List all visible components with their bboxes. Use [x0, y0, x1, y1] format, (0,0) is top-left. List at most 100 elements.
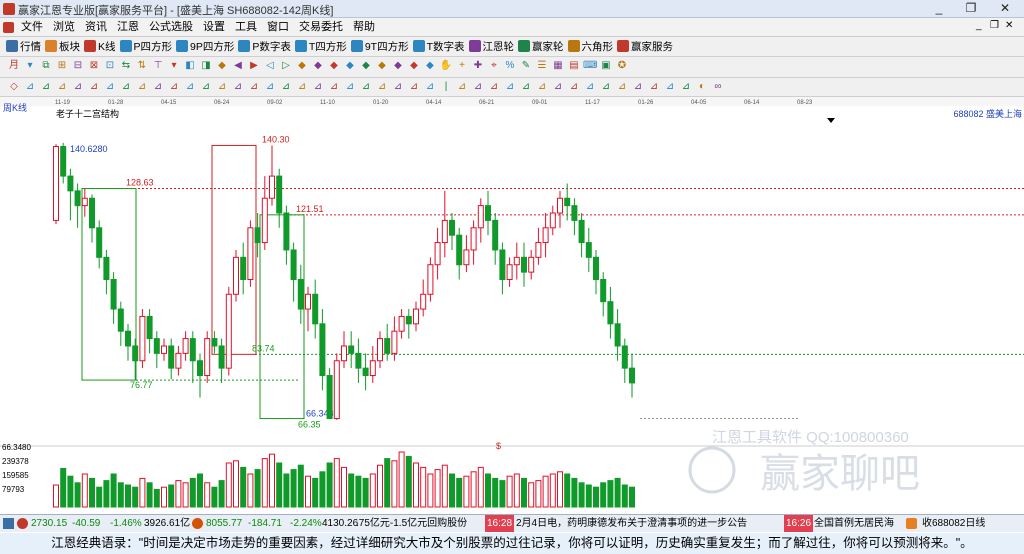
toolbar2-tool-icon-21[interactable]: ◆ — [343, 59, 357, 73]
close-button[interactable]: ✕ — [990, 0, 1020, 16]
candle-body[interactable] — [593, 256, 599, 281]
toolbar3-tool-icon-35[interactable]: ⊿ — [567, 80, 581, 94]
grid-icon[interactable] — [3, 518, 14, 529]
toolbar2-tool-icon-7[interactable]: ⇆ — [119, 59, 133, 73]
toolbar3-tool-icon-42[interactable]: ⊿ — [679, 80, 693, 94]
news-headline-1[interactable]: 2月4日电，药明康德发布关于澄清事项的进一步公告 — [516, 515, 747, 532]
kline-chart[interactable]: 11-19 01-28 04-15 06-24 09-02 11-10 01-20 04-14… — [0, 97, 1024, 514]
candle-body[interactable] — [578, 219, 585, 244]
toolbar2-tool-icon-17[interactable]: ▷ — [279, 59, 293, 73]
toolbar3-tool-icon-0[interactable]: ◇ — [7, 80, 21, 94]
candle-body[interactable] — [74, 190, 81, 207]
candle-body[interactable] — [211, 338, 218, 347]
toolbar3-tool-icon-30[interactable]: ⊿ — [487, 80, 501, 94]
toolbar3-tool-icon-19[interactable]: ⊿ — [311, 80, 325, 94]
candle-body[interactable] — [485, 205, 491, 221]
candle-body[interactable] — [600, 279, 607, 303]
candle-body[interactable] — [607, 301, 614, 325]
toolbar3-tool-icon-40[interactable]: ⊿ — [647, 80, 661, 94]
candle-body[interactable] — [225, 293, 232, 369]
toolbar3-tool-icon-13[interactable]: ⊿ — [215, 80, 229, 94]
candle-body[interactable] — [535, 242, 542, 258]
menu-item-7[interactable]: 窗口 — [262, 18, 294, 37]
candle-body[interactable] — [110, 279, 117, 310]
candle-body[interactable] — [449, 219, 455, 236]
inner-minimize-button[interactable]: _ — [976, 20, 982, 31]
toolbar3-tool-icon-28[interactable]: ⊿ — [455, 80, 469, 94]
sh-index-value[interactable]: 2730.15 — [31, 515, 67, 532]
candle-body[interactable] — [557, 197, 563, 214]
toolbar2-tool-icon-29[interactable]: ✚ — [471, 59, 485, 73]
candle-body[interactable] — [564, 197, 571, 207]
toolbar2-tool-icon-18[interactable]: ◆ — [295, 59, 309, 73]
toolbar3-tool-icon-24[interactable]: ⊿ — [391, 80, 405, 94]
menu-item-0[interactable]: 文件 — [16, 18, 48, 37]
candle-body[interactable] — [125, 330, 131, 347]
candle-body[interactable] — [585, 242, 592, 258]
toolbar3-tool-icon-12[interactable]: ⊿ — [199, 80, 213, 94]
toolbar3-tool-icon-18[interactable]: ⊿ — [295, 80, 309, 94]
toolbar-button-3[interactable]: P四方形 — [119, 38, 172, 56]
toolbar3-tool-icon-1[interactable]: ⊿ — [23, 80, 37, 94]
candle-body[interactable] — [614, 323, 621, 347]
candle-body[interactable] — [305, 293, 311, 310]
candle-body[interactable] — [146, 315, 153, 340]
candle-body[interactable] — [326, 375, 333, 420]
menu-item-8[interactable]: 交易委托 — [294, 18, 348, 37]
toolbar3-tool-icon-38[interactable]: ⊿ — [615, 80, 629, 94]
toolbar2-tool-icon-25[interactable]: ◆ — [407, 59, 421, 73]
candle-body[interactable] — [470, 227, 477, 251]
candle-body[interactable] — [81, 197, 88, 207]
toolbar2-tool-icon-24[interactable]: ◆ — [391, 59, 405, 73]
toolbar2-tool-icon-1[interactable]: ▾ — [23, 59, 37, 73]
toolbar2-tool-icon-3[interactable]: ⊞ — [55, 59, 69, 73]
candle-body[interactable] — [290, 249, 297, 280]
candle-body[interactable] — [261, 197, 268, 244]
inner-close-button[interactable]: ✕ — [1005, 20, 1013, 31]
candle-body[interactable] — [506, 264, 513, 281]
toolbar-button-12[interactable]: 赢家服务 — [617, 38, 673, 56]
candle-body[interactable] — [189, 338, 196, 362]
candle-body[interactable] — [89, 197, 95, 229]
candle-body[interactable] — [139, 315, 146, 362]
toolbar2-tool-icon-19[interactable]: ◆ — [311, 59, 325, 73]
toolbar-button-10[interactable]: 赢家轮 — [518, 38, 564, 56]
candle-body[interactable] — [528, 256, 535, 273]
toolbar2-tool-icon-34[interactable]: ▦ — [551, 59, 565, 73]
toolbar3-tool-icon-8[interactable]: ⊿ — [135, 80, 149, 94]
news-headline-2[interactable]: 全国首例无居民海 — [814, 515, 894, 532]
toolbar3-tool-icon-31[interactable]: ⊿ — [503, 80, 517, 94]
toolbar2-tool-icon-32[interactable]: ✎ — [519, 59, 533, 73]
candle-body[interactable] — [355, 352, 362, 369]
candle-body[interactable] — [427, 264, 434, 295]
inner-restore-button[interactable]: ❐ — [990, 20, 999, 31]
toolbar3-tool-icon-21[interactable]: ⊿ — [343, 80, 357, 94]
toolbar-button-2[interactable]: K线 — [84, 38, 116, 56]
minimize-button[interactable]: _ — [924, 0, 954, 16]
menu-item-1[interactable]: 浏览 — [48, 18, 80, 37]
toolbar3-tool-icon-7[interactable]: ⊿ — [119, 80, 133, 94]
toolbar3-tool-icon-36[interactable]: ⊿ — [583, 80, 597, 94]
toolbar-button-5[interactable]: P数字表 — [238, 38, 291, 56]
toolbar3-tool-icon-37[interactable]: ⊿ — [599, 80, 613, 94]
restore-button[interactable]: ❐ — [956, 0, 986, 16]
toolbar2-tool-icon-16[interactable]: ◁ — [263, 59, 277, 73]
candle-body[interactable] — [153, 338, 160, 354]
toolbar2-tool-icon-8[interactable]: ⇅ — [135, 59, 149, 73]
menu-item-5[interactable]: 设置 — [198, 18, 230, 37]
candle-body[interactable] — [542, 227, 549, 244]
toolbar2-tool-icon-11[interactable]: ◧ — [183, 59, 197, 73]
candle-body[interactable] — [233, 256, 239, 295]
candle-body[interactable] — [161, 345, 167, 354]
toolbar-button-6[interactable]: T四方形 — [294, 38, 347, 56]
toolbar-button-4[interactable]: 9P四方形 — [176, 38, 234, 56]
toolbar2-tool-icon-26[interactable]: ◆ — [423, 59, 437, 73]
candle-body[interactable] — [441, 219, 448, 244]
candle-body[interactable] — [521, 256, 527, 273]
toolbar3-tool-icon-39[interactable]: ⊿ — [631, 80, 645, 94]
toolbar3-tool-icon-4[interactable]: ⊿ — [71, 80, 85, 94]
candle-body[interactable] — [67, 175, 74, 192]
dropdown-arrow-icon[interactable] — [827, 118, 835, 123]
menu-item-6[interactable]: 工具 — [230, 18, 262, 37]
toolbar3-tool-icon-27[interactable]: | — [439, 80, 453, 94]
